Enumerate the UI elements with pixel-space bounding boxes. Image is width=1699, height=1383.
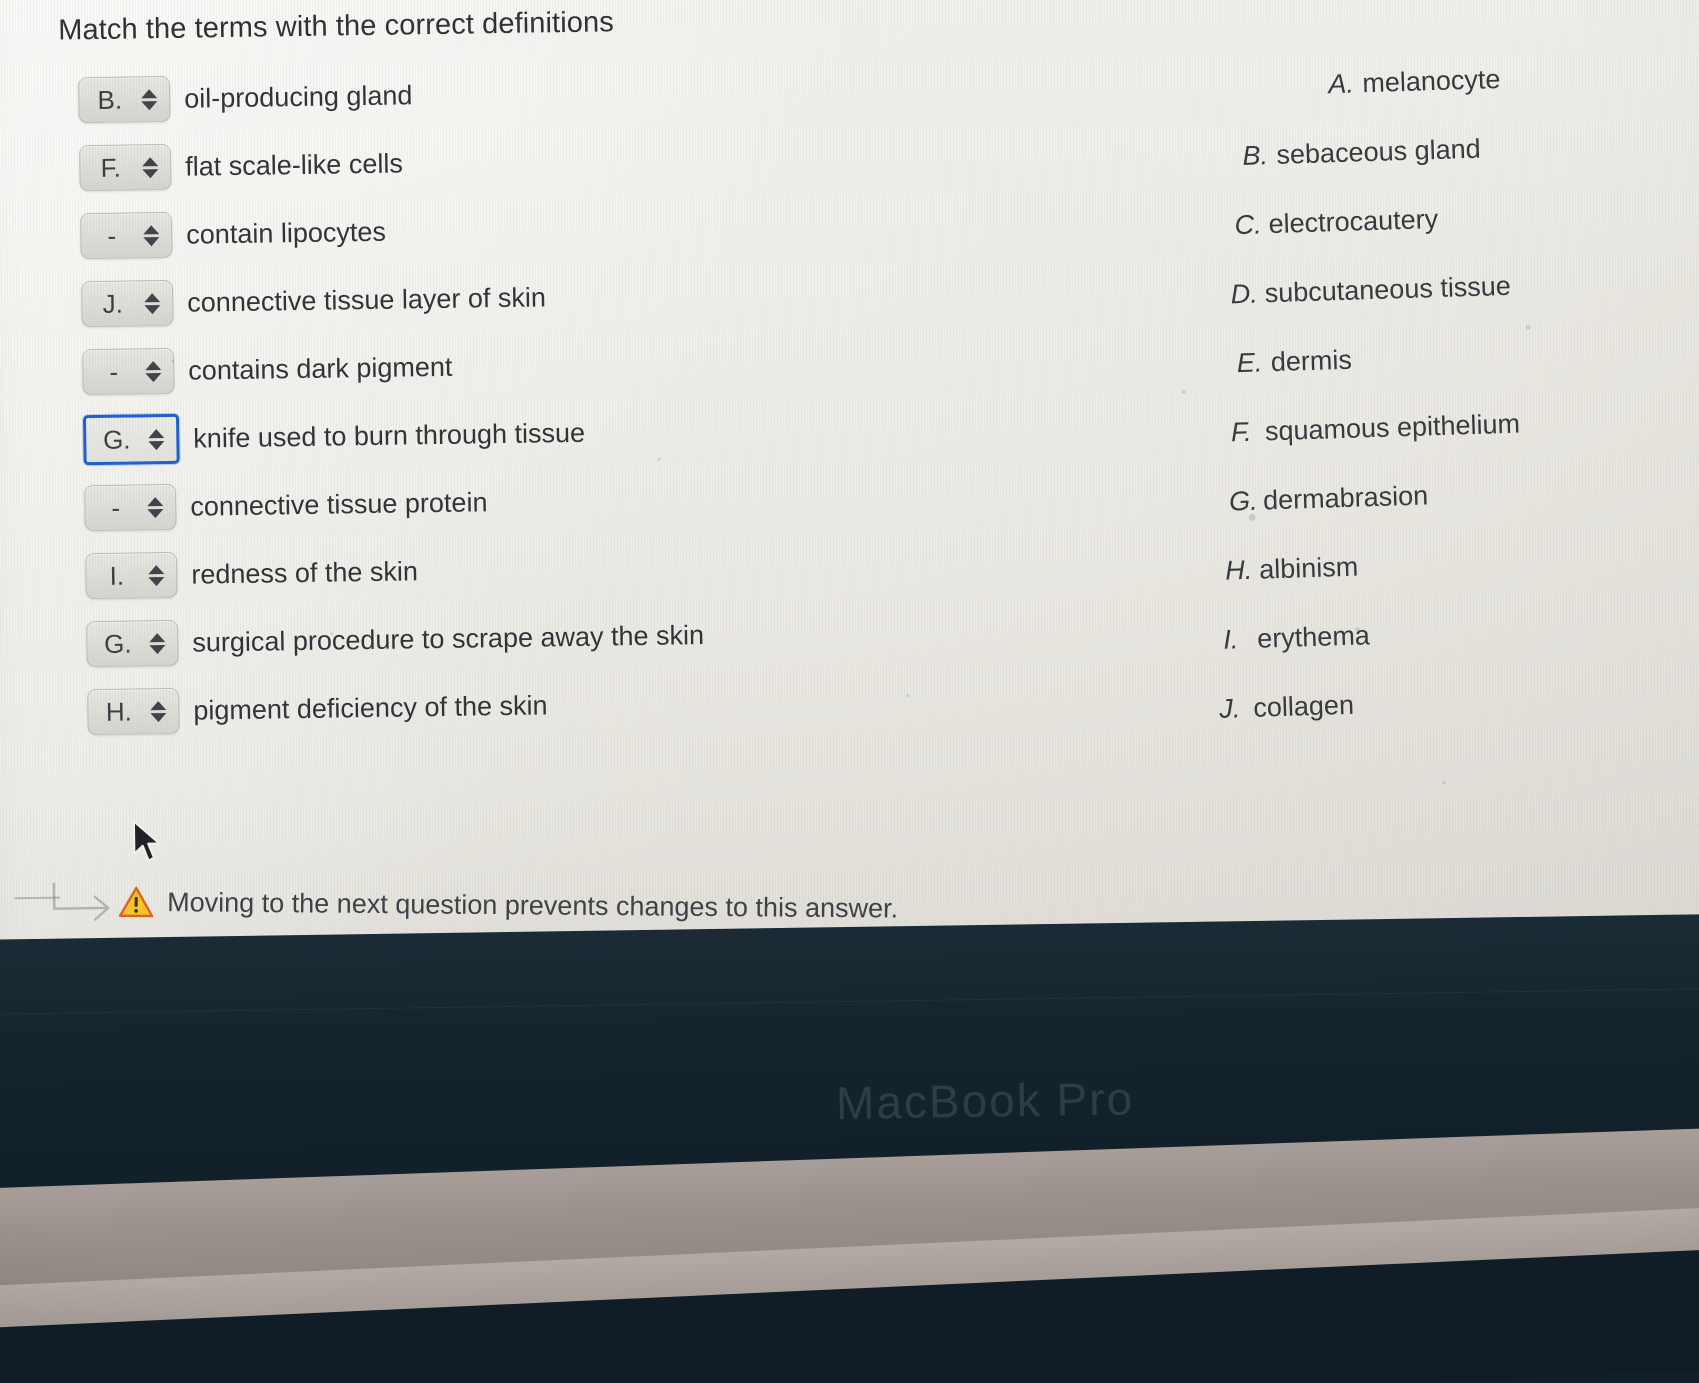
screen-panel: Match the terms with the correct definit… xyxy=(0,0,1699,1003)
spinner-arrows-icon[interactable] xyxy=(138,224,164,246)
screen-dust-speck xyxy=(906,694,910,698)
answer-key-letter: A. xyxy=(1327,68,1355,100)
device-brand-label: MacBook Pro xyxy=(835,1072,1135,1129)
definition-row: G. surgical procedure to scrape away the … xyxy=(86,607,987,668)
definition-text: surgical procedure to scrape away the sk… xyxy=(192,619,705,658)
screen-dust-speck xyxy=(1248,513,1256,521)
page-title: Match the terms with the correct definit… xyxy=(57,6,615,47)
definition-row: - connective tissue protein xyxy=(83,471,985,532)
screen-dust-speck xyxy=(657,457,661,461)
spinner-arrows-icon[interactable] xyxy=(137,156,163,178)
answer-key-term: electrocautery xyxy=(1268,203,1439,240)
screen-dust-speck xyxy=(330,632,334,636)
definition-text: redness of the skin xyxy=(191,555,419,590)
answer-select-value: - xyxy=(107,220,117,251)
answer-select-value: - xyxy=(109,356,119,387)
definitions-list: B. oil-producing gland F. flat scale-like c… xyxy=(77,63,988,756)
answer-key-term: collagen xyxy=(1252,689,1355,723)
answer-select-value: G. xyxy=(102,424,131,455)
answer-select-value: G. xyxy=(103,628,132,659)
answer-select-1[interactable]: B. xyxy=(77,75,171,124)
next-arrow-icon xyxy=(52,882,111,922)
mouse-pointer-icon xyxy=(132,820,161,862)
answer-select-9[interactable]: G. xyxy=(86,619,179,668)
answer-select-value: I. xyxy=(109,560,125,591)
definition-text: flat scale-like cells xyxy=(185,147,404,182)
definition-text: pigment deficiency of the skin xyxy=(193,689,548,726)
spinner-arrows-icon[interactable] xyxy=(139,292,165,314)
answer-key-term: sebaceous gland xyxy=(1276,133,1482,170)
spinner-arrows-icon[interactable] xyxy=(136,88,162,110)
answer-select-value: - xyxy=(111,492,121,523)
answer-select-value: F. xyxy=(100,152,122,183)
definition-text: knife used to burn through tissue xyxy=(193,417,586,454)
definition-row: - contain lipocytes xyxy=(79,199,981,260)
screen-dust-speck xyxy=(1355,627,1360,632)
spinner-arrows-icon[interactable] xyxy=(145,700,171,722)
definition-row: - contains dark pigment xyxy=(81,335,983,396)
definition-text: connective tissue protein xyxy=(190,486,488,522)
screen-dust-speck xyxy=(1525,324,1531,330)
warning-banner: Moving to the next question prevents cha… xyxy=(118,886,898,925)
answer-key-term: subcutaneous tissue xyxy=(1264,270,1512,309)
answer-key-item: J. collagen xyxy=(1191,681,1633,763)
answer-select-value: J. xyxy=(102,288,124,319)
spinner-arrows-icon[interactable] xyxy=(143,428,169,450)
answer-key-term: dermis xyxy=(1270,344,1353,378)
answer-key-term: dermabrasion xyxy=(1262,480,1429,516)
answer-key-term: erythema xyxy=(1256,620,1371,654)
answer-key-list: A. melanocyte B. sebaceous gland C. electroca… xyxy=(1172,61,1633,764)
definition-row: B. oil-producing gland xyxy=(77,63,979,124)
spinner-arrows-icon[interactable] xyxy=(142,496,168,518)
definition-text: contains dark pigment xyxy=(188,351,453,386)
quiz-content: Match the terms with the correct definit… xyxy=(1,0,1699,999)
answer-key-term: albinism xyxy=(1258,551,1359,585)
answer-select-value: H. xyxy=(105,696,133,727)
answer-key-term: squamous epithelium xyxy=(1264,408,1521,447)
answer-key-letter: D. xyxy=(1230,278,1259,310)
answer-key-letter: E. xyxy=(1236,347,1263,379)
definition-text: contain lipocytes xyxy=(186,216,387,250)
answer-select-value: B. xyxy=(97,84,123,115)
answer-key-letter: G. xyxy=(1228,485,1259,517)
warning-text: Moving to the next question prevents cha… xyxy=(167,886,899,924)
laptop-screen-photo: Match the terms with the correct definit… xyxy=(0,0,1699,1383)
spinner-arrows-icon[interactable] xyxy=(143,564,169,586)
answer-select-4[interactable]: J. xyxy=(80,279,174,328)
answer-key-letter: H. xyxy=(1224,554,1253,586)
definition-row: J. connective tissue layer of skin xyxy=(80,267,982,328)
screen-dust-speck xyxy=(1181,389,1186,394)
definition-row: G. knife used to burn through tissue xyxy=(82,403,984,466)
answer-select-5[interactable]: - xyxy=(81,347,175,396)
definition-row: I. redness of the skin xyxy=(84,539,986,600)
answer-key-term: melanocyte xyxy=(1361,64,1501,99)
answer-key-letter: J. xyxy=(1218,693,1241,724)
warning-triangle-icon xyxy=(118,886,154,918)
spinner-arrows-icon[interactable] xyxy=(140,360,166,382)
spinner-arrows-icon[interactable] xyxy=(144,632,170,654)
definition-text: connective tissue layer of skin xyxy=(187,281,547,318)
definition-text: oil-producing gland xyxy=(184,79,413,114)
definition-row: F. flat scale-like cells xyxy=(78,131,980,192)
answer-select-10[interactable]: H. xyxy=(87,687,180,736)
answer-select-7[interactable]: - xyxy=(83,483,177,532)
answer-select-8[interactable]: I. xyxy=(84,551,178,600)
answer-key-letter: I. xyxy=(1222,624,1239,655)
definition-row: H. pigment deficiency of the skin xyxy=(87,675,988,736)
answer-select-6[interactable]: G. xyxy=(82,413,180,466)
screen-dust-speck xyxy=(1442,781,1446,785)
answer-key-letter: F. xyxy=(1230,416,1252,448)
screen-dust-speck xyxy=(171,359,175,363)
answer-select-2[interactable]: F. xyxy=(78,143,172,192)
answer-select-3[interactable]: - xyxy=(79,211,173,260)
answer-key-letter: C. xyxy=(1234,209,1263,241)
answer-key-letter: B. xyxy=(1242,140,1269,171)
